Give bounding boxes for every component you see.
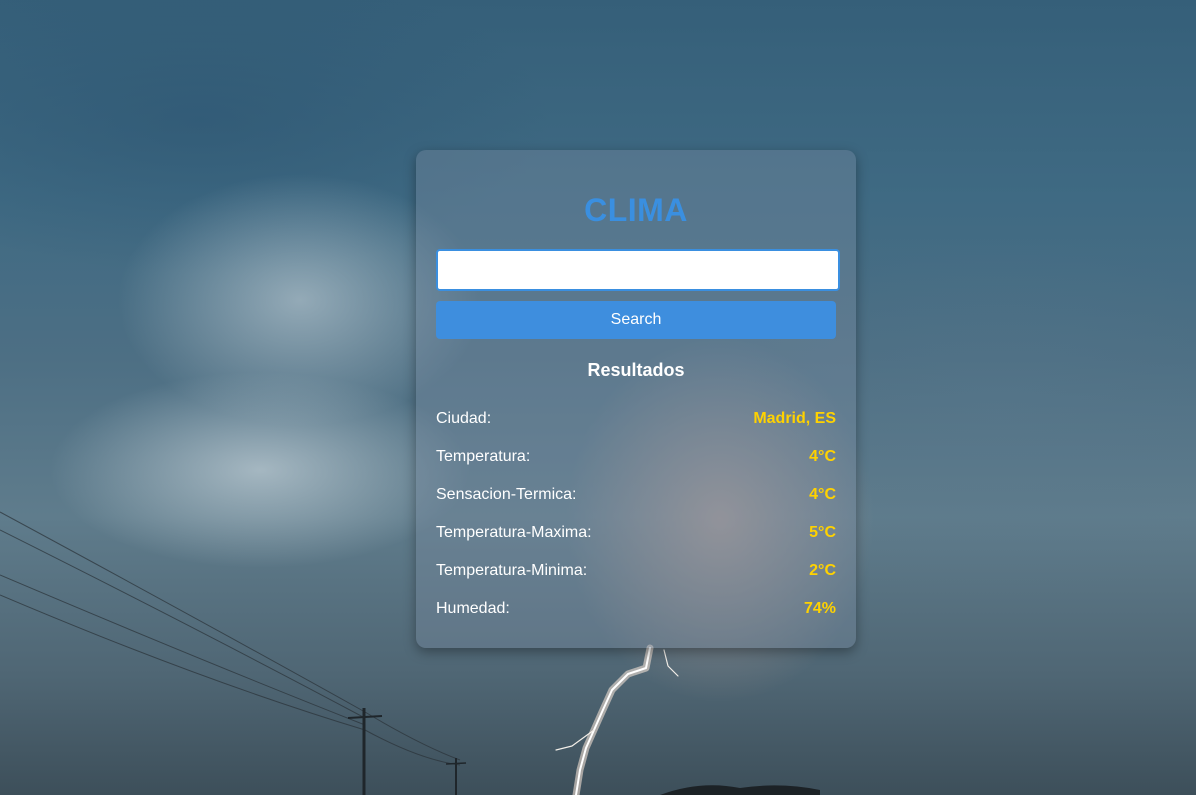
lightning-bolt [555,644,679,795]
result-row-min-temperature: Temperatura-Minima: 2°C [436,552,836,590]
result-label: Temperatura: [436,448,531,465]
result-value: Madrid, ES [753,410,836,427]
city-search-input[interactable] [436,249,840,291]
result-label: Temperatura-Minima: [436,562,588,579]
result-value: 4°C [809,448,836,465]
power-lines [0,511,461,766]
app-title: CLIMA [584,192,688,228]
result-label: Ciudad: [436,410,492,427]
result-label: Temperatura-Maxima: [436,524,592,541]
result-row-max-temperature: Temperatura-Maxima: 5°C [436,514,836,552]
result-value: 5°C [809,524,836,541]
result-value: 4°C [809,486,836,503]
treeline [660,785,820,795]
result-value: 74% [803,600,836,617]
results-list: Ciudad: Madrid, ES Temperatura: 4°C Sens… [436,400,836,628]
result-label: Sensacion-Termica: [436,486,577,503]
result-label: Humedad: [436,600,510,617]
utility-poles [347,708,467,795]
weather-card: CLIMA Search Resultados Ciudad: Madrid, … [416,150,856,648]
result-row-temperature: Temperatura: 4°C [436,438,836,476]
result-row-city: Ciudad: Madrid, ES [436,400,836,438]
results-heading: Resultados [587,360,685,380]
result-row-feels-like: Sensacion-Termica: 4°C [436,476,836,514]
result-value: 2°C [809,562,836,579]
search-button[interactable]: Search [436,301,836,339]
result-row-humidity: Humedad: 74% [436,590,836,628]
